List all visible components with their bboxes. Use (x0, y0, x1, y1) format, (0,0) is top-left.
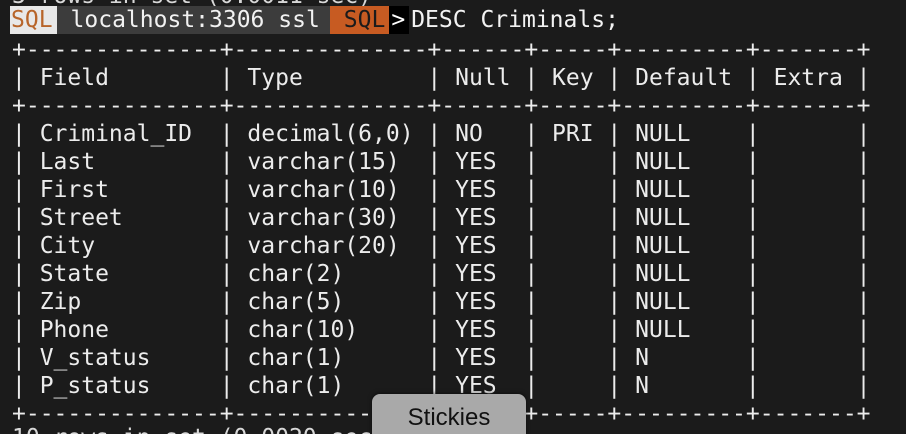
table-row: | V_status | char(1) | YES | | N | | (12, 345, 871, 371)
prompt-connection: localhost:3306 ssl (56, 6, 330, 34)
prompt-mode-badge: SQL (10, 6, 57, 34)
table-border-top: +--------------+--------------+------+--… (12, 37, 871, 63)
table-header: | Field | Type | Null | Key | Default | … (12, 65, 871, 91)
terminal-window[interactable]: 3 rows in set (0.0011 sec) SQL localhost… (0, 0, 906, 434)
table-row: | State | char(2) | YES | | NULL | | (12, 261, 871, 287)
dock-tooltip-label: Stickies (407, 404, 491, 431)
desc-result-table: +--------------+--------------+------+--… (12, 36, 871, 428)
table-row: | Criminal_ID | decimal(6,0) | NO | PRI … (12, 121, 871, 147)
dock-tooltip-stickies: Stickies (372, 394, 526, 434)
result-summary-line: 10 rows in set (0.0020 sec) (12, 424, 386, 434)
table-row: | City | varchar(20) | YES | | NULL | | (12, 233, 871, 259)
command-text[interactable]: DESC Criminals; (409, 6, 619, 34)
table-row: | Street | varchar(30) | YES | | NULL | … (12, 205, 871, 231)
table-border-header: +--------------+--------------+------+--… (12, 93, 871, 119)
prompt-arrow: > (389, 6, 410, 34)
table-row: | First | varchar(10) | YES | | NULL | | (12, 177, 871, 203)
prompt-language-badge: SQL (329, 6, 390, 34)
table-row: | Last | varchar(15) | YES | | NULL | | (12, 149, 871, 175)
table-row: | Zip | char(5) | YES | | NULL | | (12, 289, 871, 315)
mysql-shell-prompt: SQL localhost:3306 ssl SQL > DESC Crimin… (10, 6, 619, 34)
table-row: | Phone | char(10) | YES | | NULL | | (12, 317, 871, 343)
